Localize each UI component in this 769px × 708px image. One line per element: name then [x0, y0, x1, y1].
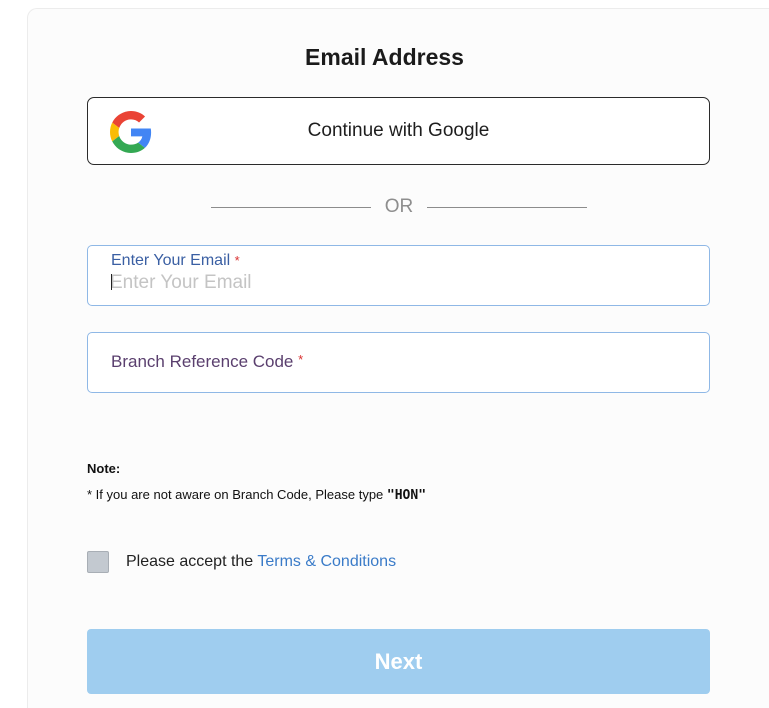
terms-conditions-link[interactable]: Terms & Conditions: [257, 553, 396, 570]
branch-code-field[interactable]: Branch Reference Code *: [87, 332, 710, 393]
note-text: * If you are not aware on Branch Code, P…: [87, 487, 426, 503]
terms-row: Please accept the Terms & Conditions: [87, 550, 587, 574]
next-button[interactable]: Next: [87, 629, 710, 694]
note-title: Note:: [87, 461, 121, 476]
terms-text: Please accept the Terms & Conditions: [126, 553, 396, 571]
email-input[interactable]: [110, 268, 680, 298]
email-required-mark: *: [234, 253, 240, 268]
email-field[interactable]: Enter Your Email *: [87, 245, 710, 306]
separator-line-right: [427, 207, 587, 208]
google-button-label: Continue with Google: [307, 120, 490, 141]
terms-prefix: Please accept the: [126, 553, 258, 570]
note-text-body: * If you are not aware on Branch Code, P…: [87, 487, 387, 502]
or-separator: OR: [211, 192, 587, 222]
continue-with-google-button[interactable]: Continue with Google: [87, 97, 710, 165]
branch-code-hint: "HON": [386, 488, 427, 503]
branch-required-mark: *: [298, 352, 304, 367]
branch-code-label: Branch Reference Code *: [111, 352, 303, 372]
terms-checkbox[interactable]: [87, 551, 109, 573]
branch-code-label-text: Branch Reference Code: [111, 352, 294, 371]
page-title: Email Address: [305, 44, 464, 70]
email-label-text: Enter Your Email: [111, 252, 231, 269]
text-caret: [111, 274, 112, 290]
